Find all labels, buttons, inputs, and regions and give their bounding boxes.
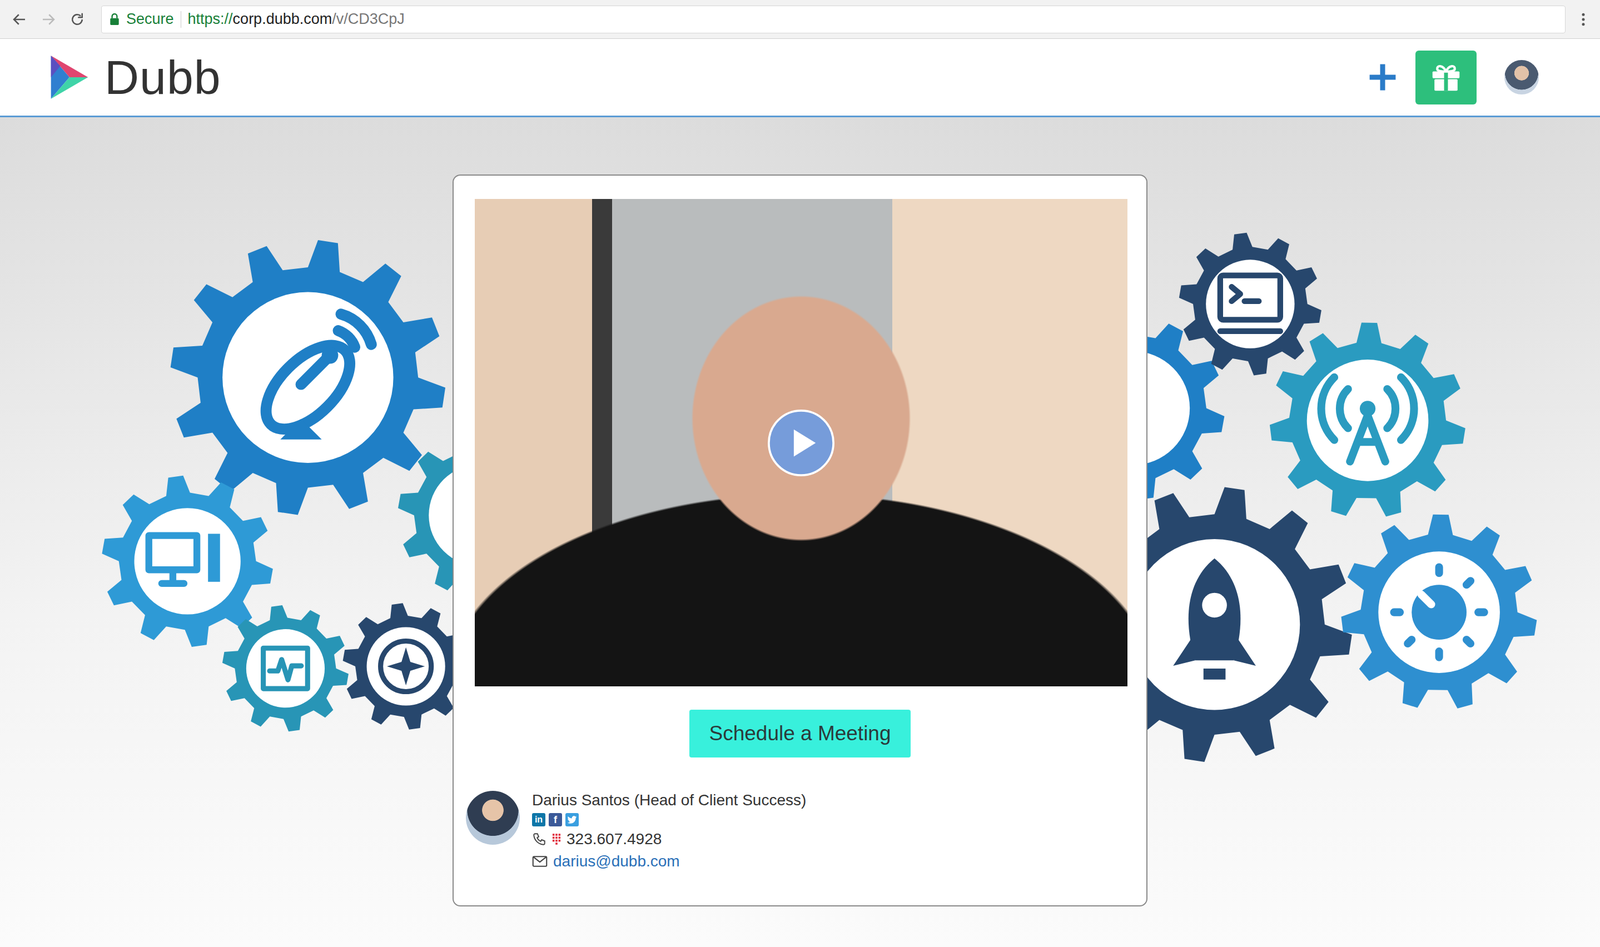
profile-avatar	[465, 791, 520, 846]
logo-text: Dubb	[104, 53, 222, 102]
gear-icon	[1269, 322, 1466, 517]
gear-icon	[170, 240, 446, 515]
address-bar[interactable]: Secure https://corp.dubb.com/v/CD3CpJ	[101, 5, 1566, 34]
back-arrow-icon[interactable]	[11, 11, 28, 28]
play-icon[interactable]	[767, 409, 835, 477]
gear-icon	[1179, 232, 1322, 376]
more-menu-icon[interactable]	[1581, 11, 1586, 28]
separator	[180, 11, 182, 28]
video-player[interactable]	[474, 199, 1128, 687]
linkedin-icon[interactable]: in	[532, 813, 546, 827]
gear-icon	[222, 605, 349, 732]
url-text: https://corp.dubb.com/v/CD3CpJ	[187, 10, 405, 28]
schedule-meeting-button[interactable]: Schedule a Meeting	[689, 709, 911, 758]
social-links: inf	[532, 813, 807, 827]
main-area: Schedule a Meeting Darius Santos (Head of…	[0, 117, 1600, 947]
lock-icon	[109, 13, 120, 26]
email-link[interactable]: darius@dubb.com	[553, 852, 680, 872]
facebook-icon[interactable]: f	[548, 813, 563, 827]
user-avatar[interactable]	[1504, 60, 1539, 95]
logo[interactable]: Dubb	[48, 53, 222, 102]
secure-label: Secure	[126, 10, 175, 28]
phone-number[interactable]: 323.607.4928	[566, 830, 662, 849]
video-card: Schedule a Meeting Darius Santos (Head of…	[452, 174, 1148, 907]
profile-info: Darius Santos (Head of Client Success) in…	[532, 791, 807, 872]
plus-icon[interactable]	[1367, 62, 1398, 93]
envelope-icon	[532, 855, 548, 868]
dubb-logo-icon	[48, 53, 91, 102]
phone-row: 323.607.4928	[532, 830, 807, 849]
profile-name: Darius Santos (Head of Client Success)	[532, 791, 807, 811]
site-header: Dubb	[0, 38, 1600, 118]
gear-icon	[343, 603, 470, 730]
profile: Darius Santos (Head of Client Success) in…	[465, 791, 1126, 872]
gift-icon	[1430, 62, 1462, 92]
reload-icon[interactable]	[68, 11, 86, 28]
header-actions	[1367, 50, 1539, 105]
gear-icon	[1340, 514, 1537, 709]
browser-toolbar: Secure https://corp.dubb.com/v/CD3CpJ	[0, 0, 1600, 39]
keypad-icon	[552, 833, 561, 846]
twitter-bird-icon	[567, 816, 578, 825]
forward-arrow-icon[interactable]	[40, 11, 57, 28]
page: Secure https://corp.dubb.com/v/CD3CpJ Dubb…	[0, 0, 1600, 947]
twitter-icon[interactable]	[565, 813, 579, 827]
phone-icon	[532, 832, 547, 847]
gift-button[interactable]	[1415, 50, 1477, 105]
email-row: darius@dubb.com	[532, 852, 807, 872]
cta-row: Schedule a Meeting	[474, 709, 1126, 758]
